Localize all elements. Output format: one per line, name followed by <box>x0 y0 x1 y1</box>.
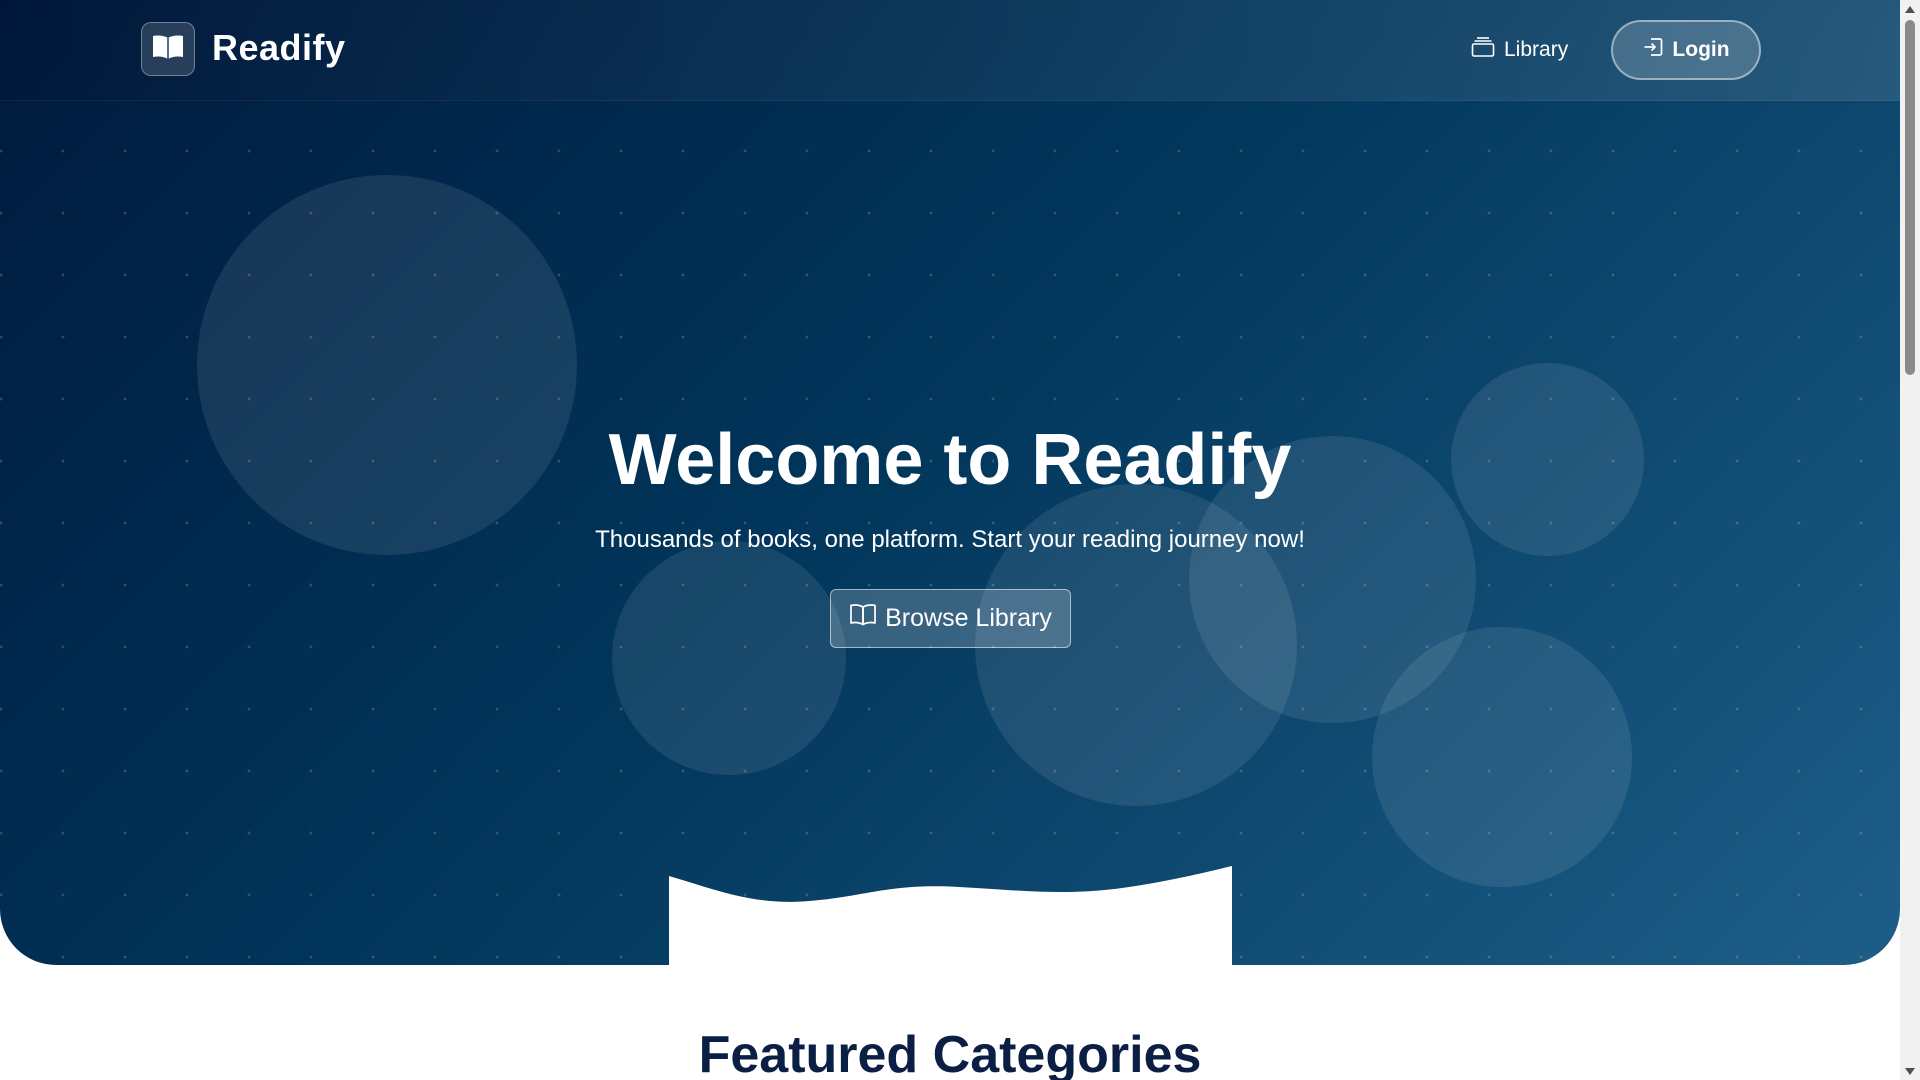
hero-section: Readify Library Login Welcome to Readify… <box>0 0 1900 965</box>
page: Readify Library Login Welcome to Readify… <box>0 0 1900 1080</box>
scroll-up-arrow-icon[interactable] <box>1900 0 1920 18</box>
open-book-icon <box>151 32 185 67</box>
login-label: Login <box>1672 38 1730 61</box>
logo-badge[interactable] <box>141 22 195 76</box>
top-navbar: Readify Library Login <box>0 0 1900 101</box>
brand-name[interactable]: Readify <box>212 26 346 70</box>
browse-library-label: Browse Library <box>885 604 1052 632</box>
wave-divider <box>669 866 1232 965</box>
browse-library-button[interactable]: Browse Library <box>830 589 1071 648</box>
nav-library-label: Library <box>1504 38 1569 61</box>
vertical-scrollbar[interactable] <box>1900 0 1920 1080</box>
hero-title: Welcome to Readify <box>608 420 1292 500</box>
nav-library-link[interactable]: Library <box>1471 36 1568 64</box>
login-icon <box>1642 36 1664 64</box>
decorative-bubble <box>1372 627 1632 887</box>
open-book-icon <box>849 603 877 634</box>
scrollbar-thumb[interactable] <box>1905 20 1915 375</box>
scroll-down-arrow-icon[interactable] <box>1900 1062 1920 1080</box>
login-button[interactable]: Login <box>1611 20 1761 80</box>
hero-subtitle: Thousands of books, one platform. Start … <box>595 526 1305 553</box>
library-stack-icon <box>1471 36 1495 64</box>
featured-categories-heading: Featured Categories <box>698 1026 1202 1080</box>
decorative-bubble <box>612 541 846 775</box>
